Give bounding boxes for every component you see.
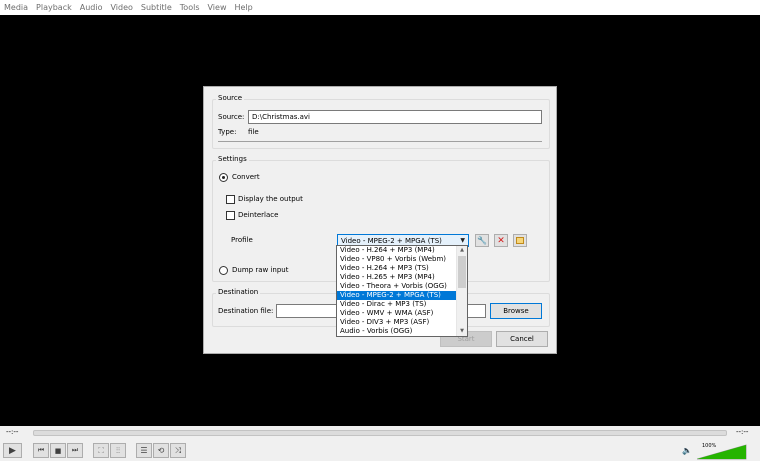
loop-button[interactable]: ⟲ [153, 443, 169, 458]
previous-icon: ⏮ [37, 446, 45, 454]
dropdown-scrollbar[interactable]: ▲ ▼ [456, 246, 467, 336]
deinterlace-label: Deinterlace [238, 211, 279, 219]
stop-button[interactable]: ■ [50, 443, 66, 458]
next-button[interactable]: ⏭ [67, 443, 83, 458]
type-value: file [248, 128, 259, 136]
new-profile-button[interactable] [513, 234, 527, 247]
shuffle-icon: ⤨ [174, 445, 182, 455]
menu-bar: Media Playback Audio Video Subtitle Tool… [0, 0, 760, 15]
time-elapsed: --:-- [6, 428, 19, 436]
fullscreen-icon: ⛶ [98, 445, 104, 455]
menu-subtitle[interactable]: Subtitle [141, 3, 172, 12]
scroll-down-icon[interactable]: ▼ [457, 327, 467, 336]
play-button[interactable]: ▶ [3, 443, 22, 458]
dump-raw-label: Dump raw input [232, 266, 289, 274]
new-profile-icon [516, 237, 524, 244]
dump-raw-radio[interactable] [219, 266, 228, 275]
source-field[interactable]: D:\Christmas.avi [248, 110, 542, 124]
delete-profile-button[interactable]: ✕ [494, 234, 508, 247]
source-group-label: Source [216, 94, 245, 102]
profile-option[interactable]: Video - VP80 + Vorbis (Webm) [337, 255, 467, 264]
extended-settings-button[interactable]: ⫶⫶ [110, 443, 126, 458]
time-total: --:-- [736, 428, 749, 436]
play-icon: ▶ [9, 445, 16, 456]
scroll-up-icon[interactable]: ▲ [457, 246, 467, 255]
profile-option[interactable]: Video - H.264 + MP3 (TS) [337, 264, 467, 273]
speaker-icon[interactable]: 🔈 [682, 443, 692, 458]
menu-playback[interactable]: Playback [36, 3, 72, 12]
deinterlace-checkbox[interactable] [226, 211, 235, 220]
cancel-button[interactable]: Cancel [496, 331, 548, 347]
equalizer-icon: ⫶⫶ [116, 445, 120, 455]
destination-group-label: Destination [216, 288, 261, 296]
profile-option[interactable]: Video - Dirac + MP3 (TS) [337, 300, 467, 309]
convert-label: Convert [232, 173, 260, 181]
profile-option[interactable]: Video - H.265 + MP3 (MP4) [337, 273, 467, 282]
loop-icon: ⟲ [157, 446, 165, 455]
menu-video[interactable]: Video [110, 3, 132, 12]
volume-slider[interactable] [697, 444, 747, 460]
fullscreen-button[interactable]: ⛶ [93, 443, 109, 458]
playlist-button[interactable]: ☰ [136, 443, 152, 458]
seek-bar[interactable] [33, 430, 727, 436]
previous-button[interactable]: ⏮ [33, 443, 49, 458]
profile-label: Profile [231, 236, 253, 244]
profile-option[interactable]: Video - Theora + Vorbis (OGG) [337, 282, 467, 291]
profile-option[interactable]: Video - WMV + WMA (ASF) [337, 309, 467, 318]
settings-group-label: Settings [216, 155, 249, 163]
player-controls: --:-- --:-- ▶ ⏮ ■ ⏭ ⛶ ⫶⫶ ☰ ⟲ ⤨ 🔈 100% [0, 426, 760, 461]
profile-option[interactable]: Video - DIV3 + MP3 (ASF) [337, 318, 467, 327]
stop-icon: ■ [54, 446, 62, 455]
scroll-thumb[interactable] [458, 256, 466, 288]
type-label: Type: [218, 128, 237, 136]
menu-view[interactable]: View [208, 3, 227, 12]
wrench-icon: 🔧 [477, 236, 487, 245]
profile-dropdown-list[interactable]: Video - H.264 + MP3 (MP4) Video - VP80 + … [336, 245, 468, 337]
menu-media[interactable]: Media [4, 3, 28, 12]
display-output-label: Display the output [238, 195, 303, 203]
playlist-icon: ☰ [140, 446, 148, 455]
delete-icon: ✕ [497, 235, 505, 246]
convert-radio[interactable] [219, 173, 228, 182]
menu-audio[interactable]: Audio [80, 3, 103, 12]
destination-file-label: Destination file: [218, 307, 274, 315]
profile-option[interactable]: Audio - Vorbis (OGG) [337, 327, 467, 336]
menu-tools[interactable]: Tools [180, 3, 200, 12]
next-icon: ⏭ [71, 446, 79, 454]
edit-profile-button[interactable]: 🔧 [475, 234, 489, 247]
display-output-checkbox[interactable] [226, 195, 235, 204]
profile-option[interactable]: Video - MPEG-2 + MPGA (TS) [337, 291, 467, 300]
shuffle-button[interactable]: ⤨ [170, 443, 186, 458]
browse-button[interactable]: Browse [490, 303, 542, 319]
profile-combo-value: Video - MPEG-2 + MPGA (TS) [341, 237, 442, 245]
source-label: Source: [218, 113, 245, 121]
menu-help[interactable]: Help [234, 3, 252, 12]
source-separator [218, 141, 542, 142]
profile-option[interactable]: Video - H.264 + MP3 (MP4) [337, 246, 467, 255]
